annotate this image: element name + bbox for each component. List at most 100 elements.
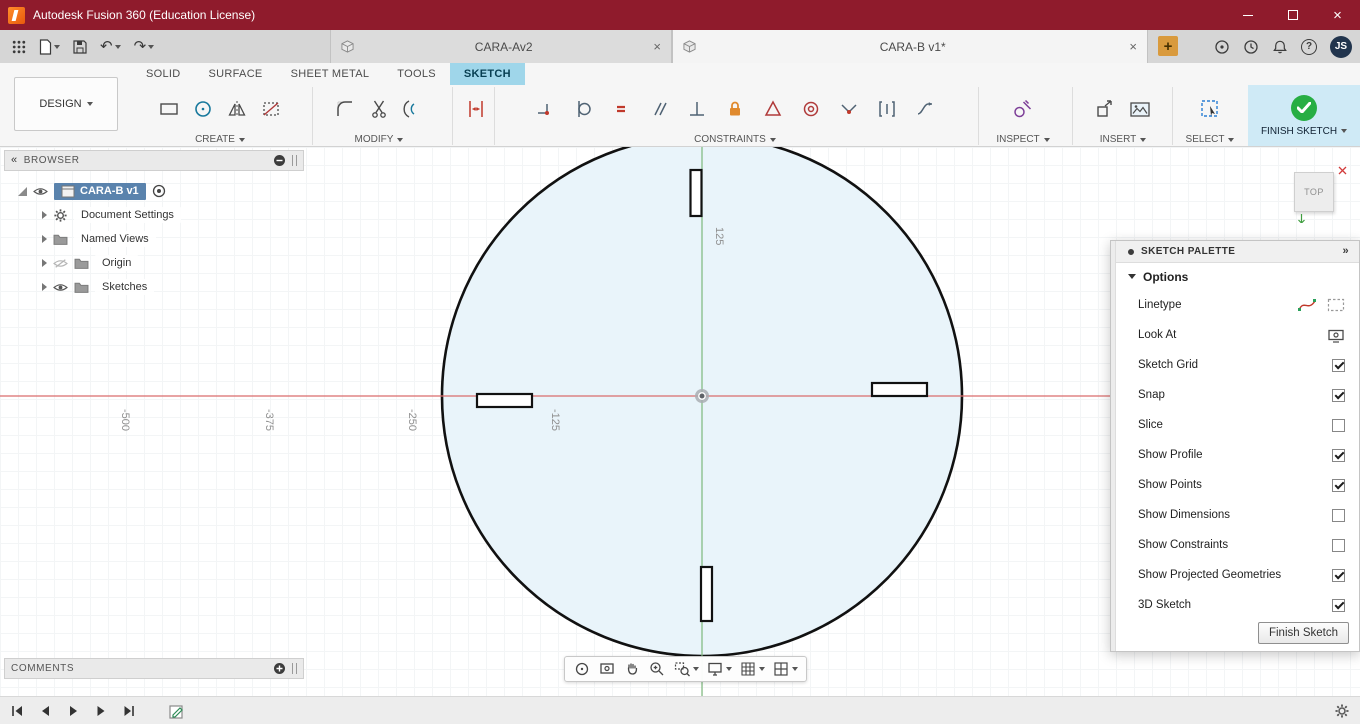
sketch-slot-top[interactable] xyxy=(689,168,703,218)
document-tab-cara-av2[interactable]: CARA-Av2 × xyxy=(330,30,672,63)
zoom-window-button[interactable] xyxy=(673,660,699,678)
expand-arrow-icon[interactable] xyxy=(42,211,47,219)
close-tab-icon[interactable]: × xyxy=(653,39,661,54)
viewcube-face-label[interactable]: TOP xyxy=(1304,187,1324,197)
timeline-step-back-button[interactable] xyxy=(38,704,52,718)
sketch-palette-header[interactable]: SKETCH PALETTE » xyxy=(1116,241,1359,263)
timeline-play-button[interactable] xyxy=(66,704,80,718)
sketch-grid-checkbox[interactable] xyxy=(1332,358,1345,372)
workspace-selector[interactable]: DESIGN xyxy=(14,77,118,131)
add-comment-icon[interactable] xyxy=(273,662,286,675)
collapse-browser-icon[interactable]: « xyxy=(11,155,18,166)
tree-item-label[interactable]: Named Views xyxy=(74,231,156,247)
sketch-slot-right[interactable] xyxy=(870,381,929,398)
show-constraints-checkbox[interactable] xyxy=(1332,538,1345,552)
expand-arrow-icon[interactable] xyxy=(42,235,47,243)
tree-item-label[interactable]: Document Settings xyxy=(74,207,181,223)
mirror-tool-button[interactable] xyxy=(223,94,251,124)
fix-constraint-button[interactable] xyxy=(721,94,749,124)
notifications-button[interactable] xyxy=(1272,39,1288,55)
equal-constraint-button[interactable] xyxy=(607,94,635,124)
display-settings-button[interactable] xyxy=(706,660,732,678)
snap-checkbox[interactable] xyxy=(1332,388,1345,402)
root-component-item[interactable]: CARA-B v1 xyxy=(54,182,146,200)
browser-item-sketches[interactable]: Sketches xyxy=(4,275,304,299)
save-button[interactable] xyxy=(73,39,87,54)
parallel-constraint-button[interactable] xyxy=(645,94,673,124)
browser-header[interactable]: « BROWSER xyxy=(4,150,304,171)
expand-palette-icon[interactable]: » xyxy=(1342,246,1349,257)
extensions-button[interactable] xyxy=(1214,39,1230,55)
comments-panel[interactable]: COMMENTS xyxy=(4,658,304,679)
circle-tool-button[interactable] xyxy=(189,94,217,124)
midpoint-constraint-button[interactable] xyxy=(835,94,863,124)
show-dimensions-checkbox[interactable] xyxy=(1332,508,1345,522)
smooth-constraint-button[interactable] xyxy=(911,94,939,124)
perpendicular-constraint-button[interactable] xyxy=(683,94,711,124)
new-tab-button[interactable]: + xyxy=(1158,36,1178,56)
zoom-button[interactable] xyxy=(648,660,666,678)
panel-drag-handle[interactable] xyxy=(292,155,297,166)
orbit-button[interactable] xyxy=(573,660,591,678)
close-tab-icon[interactable]: × xyxy=(1129,39,1137,54)
data-panel-button[interactable] xyxy=(12,40,26,54)
insert-group-label[interactable]: INSERT xyxy=(1080,133,1166,146)
redo-button[interactable]: ↷ xyxy=(134,39,155,54)
timeline-sketch-feature[interactable] xyxy=(168,702,186,720)
tab-surface[interactable]: SURFACE xyxy=(195,63,277,85)
show-points-checkbox[interactable] xyxy=(1332,478,1345,492)
tangent-constraint-button[interactable] xyxy=(569,94,597,124)
show-profile-checkbox[interactable] xyxy=(1332,448,1345,462)
close-window-button[interactable]: × xyxy=(1315,0,1360,30)
document-tab-cara-b[interactable]: CARA-B v1* × xyxy=(672,30,1148,63)
minimize-button[interactable] xyxy=(1225,0,1270,30)
browser-item-origin[interactable]: Origin xyxy=(4,251,304,275)
look-at-button[interactable] xyxy=(1327,328,1345,343)
eye-icon[interactable] xyxy=(33,186,48,197)
modify-group-label[interactable]: MODIFY xyxy=(318,133,440,146)
eye-icon[interactable] xyxy=(53,282,68,293)
user-avatar[interactable]: JS xyxy=(1330,35,1352,58)
tab-sketch[interactable]: SKETCH xyxy=(449,63,525,85)
construction-linetype-button[interactable] xyxy=(1327,298,1345,312)
palette-drag-grip[interactable] xyxy=(1111,241,1116,651)
undo-button[interactable]: ↶ xyxy=(100,39,121,54)
browser-item-named-views[interactable]: Named Views xyxy=(4,227,304,251)
origin-point[interactable] xyxy=(698,392,706,400)
timeline-settings-button[interactable] xyxy=(1334,703,1350,719)
coincident-constraint-button[interactable] xyxy=(531,94,559,124)
expand-arrow-icon[interactable] xyxy=(42,283,47,291)
rectangle-tool-button[interactable] xyxy=(155,94,183,124)
viewports-button[interactable] xyxy=(772,660,798,678)
panel-drag-handle[interactable] xyxy=(292,663,297,674)
insert-derive-button[interactable] xyxy=(1092,94,1120,124)
timeline-begin-button[interactable] xyxy=(10,704,24,718)
timeline-step-forward-button[interactable] xyxy=(94,704,108,718)
trim-tool-button[interactable] xyxy=(365,94,393,124)
inspect-group-label[interactable]: INSPECT xyxy=(985,133,1061,146)
finish-sketch-ribbon-button[interactable]: FINISH SKETCH xyxy=(1248,85,1360,146)
create-group-label[interactable]: CREATE xyxy=(132,133,308,146)
tree-item-label[interactable]: Origin xyxy=(95,255,139,271)
file-menu-button[interactable] xyxy=(39,38,60,55)
eye-off-icon[interactable] xyxy=(53,258,68,269)
project-tool-button[interactable] xyxy=(257,94,285,124)
concentric-constraint-button[interactable] xyxy=(797,94,825,124)
timeline-end-button[interactable] xyxy=(122,704,136,718)
tab-solid[interactable]: SOLID xyxy=(132,63,195,85)
help-button[interactable]: ? xyxy=(1301,38,1317,55)
expand-arrow-icon[interactable] xyxy=(42,259,47,267)
sketch-dimension-button[interactable] xyxy=(462,94,490,124)
symmetry-constraint-button[interactable] xyxy=(759,94,787,124)
tab-sheet-metal[interactable]: SHEET METAL xyxy=(277,63,384,85)
grid-settings-button[interactable] xyxy=(739,660,765,678)
pan-button[interactable] xyxy=(623,660,641,678)
browser-item-document-settings[interactable]: Document Settings xyxy=(4,203,304,227)
collapse-all-icon[interactable] xyxy=(273,154,286,167)
fillet-tool-button[interactable] xyxy=(331,94,359,124)
tree-item-label[interactable]: Sketches xyxy=(95,279,155,295)
curvature-constraint-button[interactable] xyxy=(873,94,901,124)
3d-sketch-checkbox[interactable] xyxy=(1332,598,1345,612)
maximize-button[interactable] xyxy=(1270,0,1315,30)
measure-tool-button[interactable] xyxy=(1009,94,1037,124)
